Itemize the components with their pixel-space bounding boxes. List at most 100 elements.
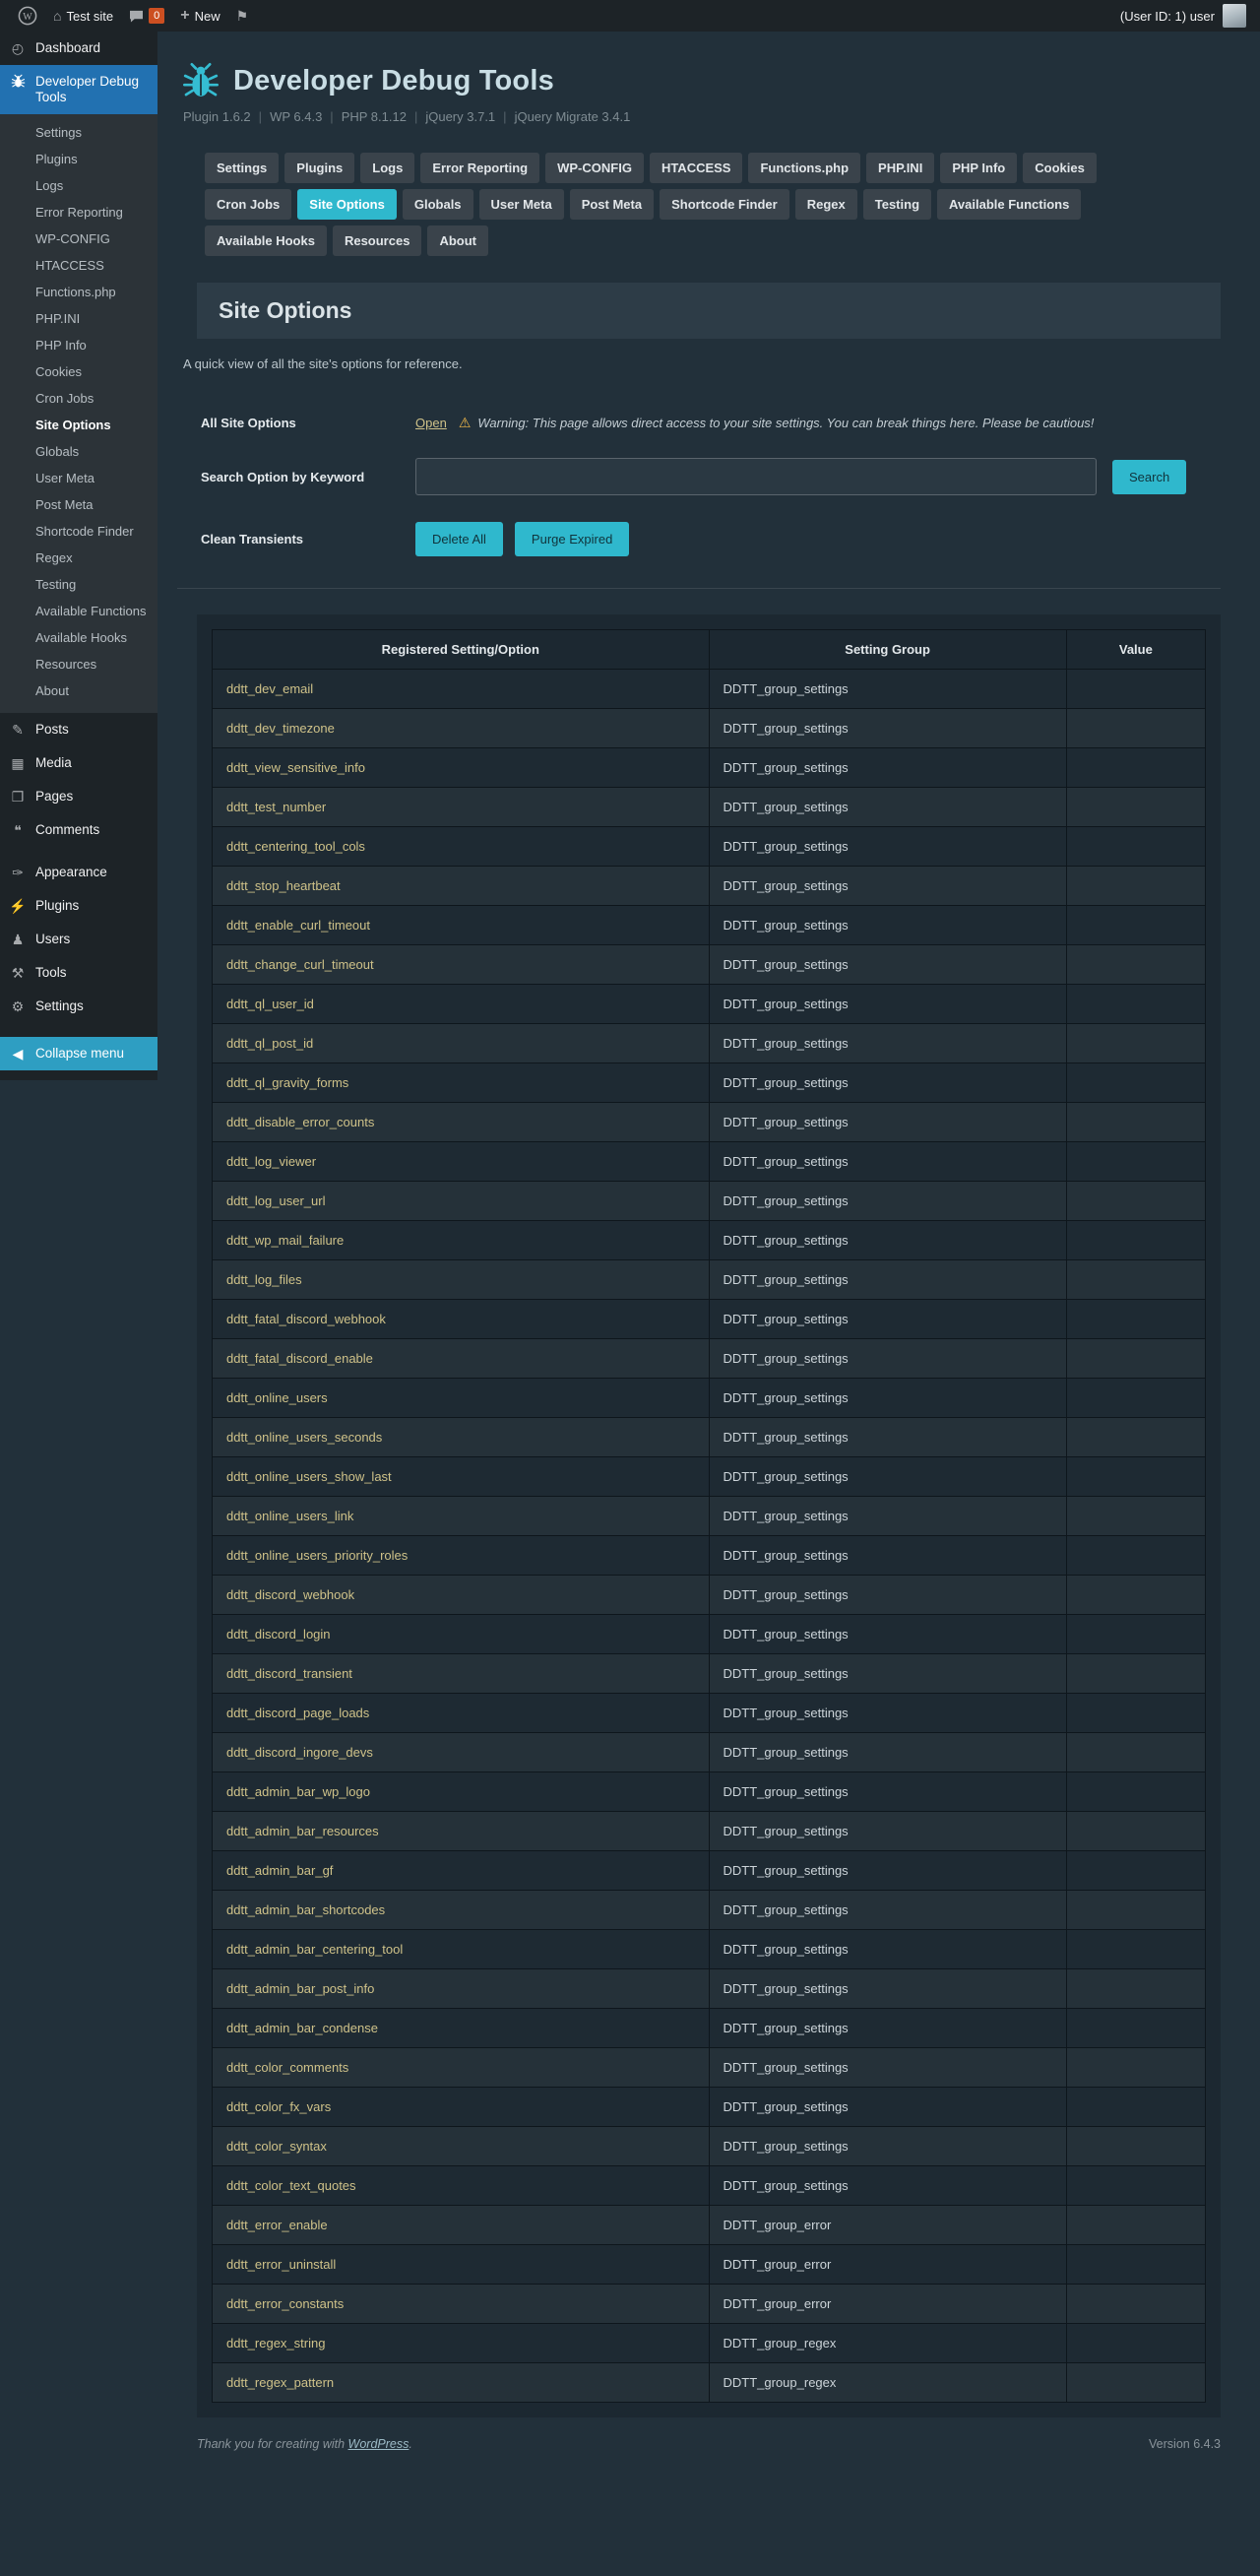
site-name: Test site bbox=[66, 8, 114, 24]
meta-item: Plugin 1.6.2 bbox=[183, 109, 251, 124]
cell-group: DDTT_group_settings bbox=[708, 2126, 1067, 2166]
submenu-item-php-info[interactable]: PHP Info bbox=[0, 332, 158, 358]
main-menu-items: ✎ Posts ▦ Media ❐ Pages ❝ Comments ✑ Appearance ⚡ P… bbox=[0, 713, 158, 1023]
sidebar-item-comments[interactable]: ❝ Comments bbox=[0, 813, 158, 847]
tab-error-reporting[interactable]: Error Reporting bbox=[420, 153, 540, 183]
submenu-item-functions-php[interactable]: Functions.php bbox=[0, 279, 158, 305]
submenu-item-php-ini[interactable]: PHP.INI bbox=[0, 305, 158, 332]
tab-site-options[interactable]: Site Options bbox=[297, 189, 397, 220]
cell-value bbox=[1065, 1614, 1207, 1654]
submenu-item-error-reporting[interactable]: Error Reporting bbox=[0, 199, 158, 225]
sidebar-item-media[interactable]: ▦ Media bbox=[0, 746, 158, 780]
cell-group: DDTT_group_regex bbox=[708, 2362, 1067, 2403]
search-input[interactable] bbox=[415, 458, 1097, 495]
tab-php-ini[interactable]: PHP.INI bbox=[866, 153, 935, 183]
avatar[interactable] bbox=[1223, 4, 1246, 28]
submenu-item-site-options[interactable]: Site Options bbox=[0, 412, 158, 438]
cell-group: DDTT_group_settings bbox=[708, 708, 1067, 748]
submenu-item-settings[interactable]: Settings bbox=[0, 119, 158, 146]
tab-htaccess[interactable]: HTACCESS bbox=[649, 153, 743, 183]
sidebar-item-tools[interactable]: ⚒ Tools bbox=[0, 956, 158, 990]
comments-menu[interactable]: 0 bbox=[121, 0, 172, 32]
tab-post-meta[interactable]: Post Meta bbox=[569, 189, 655, 220]
collapse-menu-button[interactable]: ◀ Collapse menu bbox=[0, 1037, 158, 1070]
cell-group: DDTT_group_settings bbox=[708, 944, 1067, 985]
tab-functions-php[interactable]: Functions.php bbox=[748, 153, 861, 183]
sidebar-item-users[interactable]: ♟ Users bbox=[0, 923, 158, 956]
cell-option: ddtt_error_constants bbox=[212, 2284, 710, 2324]
submenu-item-available-hooks[interactable]: Available Hooks bbox=[0, 624, 158, 651]
options-table-panel: Registered Setting/Option Setting Group Va… bbox=[197, 614, 1221, 2417]
wordpress-link[interactable]: WordPress bbox=[348, 2437, 410, 2451]
cell-option: ddtt_ql_gravity_forms bbox=[212, 1063, 710, 1103]
tab-user-meta[interactable]: User Meta bbox=[478, 189, 564, 220]
submenu-item-testing[interactable]: Testing bbox=[0, 571, 158, 598]
tab-testing[interactable]: Testing bbox=[862, 189, 932, 220]
meta-item: jQuery Migrate 3.4.1 bbox=[514, 109, 631, 124]
submenu-item-cookies[interactable]: Cookies bbox=[0, 358, 158, 385]
submenu-item-user-meta[interactable]: User Meta bbox=[0, 465, 158, 491]
submenu-item-about[interactable]: About bbox=[0, 677, 158, 704]
tab-wp-config[interactable]: WP-CONFIG bbox=[545, 153, 644, 183]
submenu-item-htaccess[interactable]: HTACCESS bbox=[0, 252, 158, 279]
user-info[interactable]: (User ID: 1) user bbox=[1120, 9, 1215, 24]
cell-option: ddtt_view_sensitive_info bbox=[212, 747, 710, 788]
submenu-item-cron-jobs[interactable]: Cron Jobs bbox=[0, 385, 158, 412]
tab-settings[interactable]: Settings bbox=[205, 153, 280, 183]
tab-available-functions[interactable]: Available Functions bbox=[937, 189, 1082, 220]
meta-item: PHP 8.1.12 bbox=[341, 109, 407, 124]
cell-group: DDTT_group_settings bbox=[708, 1496, 1067, 1536]
open-link[interactable]: Open bbox=[415, 416, 447, 430]
submenu-item-post-meta[interactable]: Post Meta bbox=[0, 491, 158, 518]
options-table-body: ddtt_dev_email DDTT_group_settings ddtt_de… bbox=[212, 669, 1207, 2403]
submenu-item-resources[interactable]: Resources bbox=[0, 651, 158, 677]
tab-resources[interactable]: Resources bbox=[332, 225, 422, 256]
tab-available-hooks[interactable]: Available Hooks bbox=[205, 225, 327, 256]
cell-option: ddtt_stop_heartbeat bbox=[212, 866, 710, 906]
tab-cookies[interactable]: Cookies bbox=[1023, 153, 1097, 183]
wordpress-menu[interactable]: W bbox=[10, 0, 45, 32]
sidebar-item-settings[interactable]: ⚙ Settings bbox=[0, 990, 158, 1023]
tab-plugins[interactable]: Plugins bbox=[284, 153, 355, 183]
sidebar-item-pages[interactable]: ❐ Pages bbox=[0, 780, 158, 813]
cell-group: DDTT_group_settings bbox=[708, 826, 1067, 867]
cell-value bbox=[1065, 1102, 1207, 1142]
tab-globals[interactable]: Globals bbox=[402, 189, 473, 220]
cell-option: ddtt_disable_error_counts bbox=[212, 1102, 710, 1142]
submenu-item-shortcode-finder[interactable]: Shortcode Finder bbox=[0, 518, 158, 545]
pages-icon: ❐ bbox=[11, 789, 25, 805]
sidebar-item-developer-debug-tools[interactable]: Developer Debug Tools bbox=[0, 65, 158, 114]
delete-all-button[interactable]: Delete All bbox=[415, 522, 503, 556]
search-option-row: Search Option by Keyword Search bbox=[201, 458, 1240, 495]
table-row: ddtt_change_curl_timeout DDTT_group_setti… bbox=[212, 944, 1207, 985]
sidebar-item-appearance[interactable]: ✑ Appearance bbox=[0, 856, 158, 889]
cell-group: DDTT_group_error bbox=[708, 2284, 1067, 2324]
submenu-item-available-functions[interactable]: Available Functions bbox=[0, 598, 158, 624]
admin-bar: W ⌂ Test site 0 + New ⚑ (User ID: 1) use… bbox=[0, 0, 1260, 32]
sidebar-item-plugins[interactable]: ⚡ Plugins bbox=[0, 889, 158, 923]
purge-expired-button[interactable]: Purge Expired bbox=[514, 522, 630, 556]
tab-shortcode-finder[interactable]: Shortcode Finder bbox=[660, 189, 789, 220]
site-name-menu[interactable]: ⌂ Test site bbox=[45, 0, 121, 32]
tab-logs[interactable]: Logs bbox=[360, 153, 415, 183]
cell-value bbox=[1065, 1417, 1207, 1457]
table-row: ddtt_dev_timezone DDTT_group_settings bbox=[212, 708, 1207, 748]
submenu-item-globals[interactable]: Globals bbox=[0, 438, 158, 465]
cell-value bbox=[1065, 1575, 1207, 1615]
tab-cron-jobs[interactable]: Cron Jobs bbox=[205, 189, 292, 220]
submenu-item-wp-config[interactable]: WP-CONFIG bbox=[0, 225, 158, 252]
submenu-item-regex[interactable]: Regex bbox=[0, 545, 158, 571]
tab-regex[interactable]: Regex bbox=[794, 189, 857, 220]
submenu-item-plugins[interactable]: Plugins bbox=[0, 146, 158, 172]
warning-icon: ⚠ bbox=[458, 415, 472, 430]
sidebar-item-posts[interactable]: ✎ Posts bbox=[0, 713, 158, 746]
search-button[interactable]: Search bbox=[1112, 459, 1187, 494]
sidebar-item-dashboard[interactable]: ◴ Dashboard bbox=[0, 32, 158, 65]
tab-about[interactable]: About bbox=[427, 225, 488, 256]
new-button[interactable]: + New bbox=[172, 0, 227, 32]
debug-quick-links-menu[interactable]: ⚑ bbox=[228, 0, 257, 32]
submenu-item-logs[interactable]: Logs bbox=[0, 172, 158, 199]
cell-group: DDTT_group_settings bbox=[708, 1614, 1067, 1654]
clean-transients-row: Clean Transients Delete All Purge Expire… bbox=[201, 522, 1240, 556]
tab-php-info[interactable]: PHP Info bbox=[940, 153, 1018, 183]
